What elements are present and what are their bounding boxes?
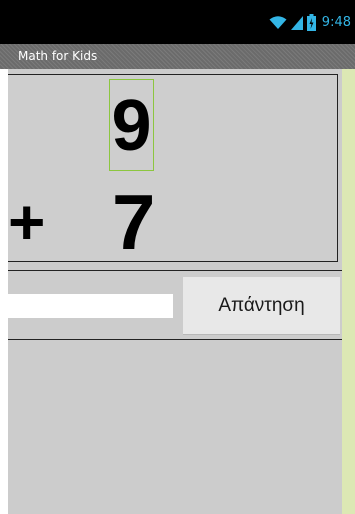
top-number: 9: [109, 79, 154, 171]
battery-icon: [306, 13, 316, 31]
bottom-number: 7: [112, 178, 156, 266]
signal-icon: [290, 15, 303, 30]
side-strip: [342, 69, 355, 514]
problem-box: 9 + 7: [8, 74, 338, 266]
divider-top: [8, 270, 342, 271]
app-title-bar: Math for Kids: [0, 44, 355, 69]
answer-input[interactable]: [8, 294, 173, 318]
divider-bottom: [8, 339, 342, 340]
status-bar: 9:48: [0, 0, 355, 44]
operator-sign: +: [8, 186, 46, 258]
answer-button[interactable]: Απάντηση: [183, 277, 340, 335]
wifi-icon: [269, 15, 287, 29]
app-title: Math for Kids: [18, 49, 98, 63]
status-time: 9:48: [321, 14, 351, 30]
main-screen: 9 + 7 Απάντηση: [8, 69, 342, 514]
